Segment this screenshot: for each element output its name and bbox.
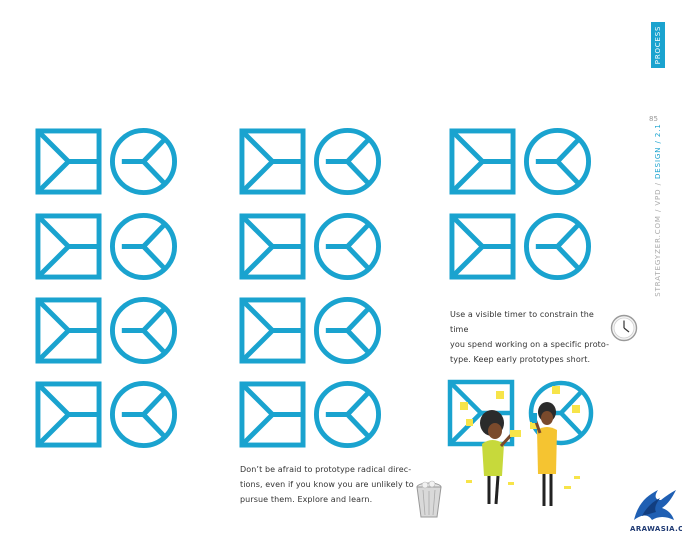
customer-profile-circle-icon [109, 212, 178, 281]
customer-profile-circle-icon [109, 127, 178, 196]
value-proposition-square-icon [35, 128, 102, 195]
wall-canvas-illustration [446, 378, 606, 508]
customer-profile-circle-icon [523, 212, 592, 281]
clock-icon [610, 314, 638, 342]
section-tab-label: PROCESS [654, 25, 662, 65]
customer-profile-circle-icon [313, 296, 382, 365]
value-proposition-square-icon [35, 213, 102, 280]
logo-text: ARAWASIA.ORG [630, 525, 682, 533]
customer-profile-circle-icon [313, 380, 382, 449]
value-proposition-square-icon [35, 297, 102, 364]
value-proposition-square-icon [239, 128, 306, 195]
customer-profile-circle-icon [313, 212, 382, 281]
section-tab: PROCESS [651, 22, 665, 68]
note-line: tions, even if you know you are unlikely… [240, 480, 414, 489]
value-proposition-square-icon [239, 213, 306, 280]
note-line: Use a visible timer to constrain the tim… [450, 310, 594, 334]
customer-profile-circle-icon [313, 127, 382, 196]
running-header: STRATEGYZER.COM / VPD / DESIGN / 2.1 [654, 123, 662, 296]
running-header-section: DESIGN / 2.1 [654, 123, 662, 180]
note-line: you spend working on a specific proto- [450, 340, 610, 349]
timer-note: Use a visible timer to constrain the tim… [450, 307, 610, 367]
value-proposition-square-icon [239, 381, 306, 448]
customer-profile-circle-icon [523, 127, 592, 196]
dragon-logo-icon [628, 482, 678, 524]
running-header-prefix: STRATEGYZER.COM / VPD / [654, 179, 662, 297]
note-line: pursue them. Explore and learn. [240, 495, 373, 504]
customer-profile-circle-icon [109, 296, 178, 365]
value-proposition-square-icon [239, 297, 306, 364]
waste-basket-icon [414, 480, 444, 520]
note-line: Don’t be afraid to prototype radical dir… [240, 465, 412, 474]
page-number: 85 [649, 115, 658, 123]
customer-profile-circle-icon [109, 380, 178, 449]
value-proposition-square-icon [449, 213, 516, 280]
note-line: type. Keep early prototypes short. [450, 355, 591, 364]
value-proposition-square-icon [35, 381, 102, 448]
radical-directions-note: Don’t be afraid to prototype radical dir… [240, 462, 415, 507]
value-proposition-square-icon [449, 128, 516, 195]
